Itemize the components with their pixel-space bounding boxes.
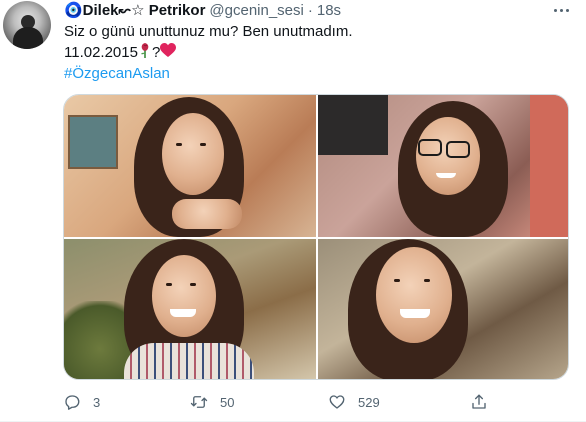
photo-2[interactable]: [318, 95, 568, 237]
hashtag-link[interactable]: #ÖzgecanAslan: [64, 64, 353, 84]
photo-grid: [63, 94, 569, 380]
glasses-left-shape: [418, 139, 442, 156]
smile-shape: [400, 309, 430, 318]
tweet-card[interactable]: 🧿Dilek↜☆ Petrikor @gcenin_sesi · 18s Siz…: [0, 0, 586, 422]
eye-shape: [190, 283, 196, 286]
more-icon[interactable]: [549, 0, 573, 20]
hands-shape: [172, 199, 242, 229]
avatar-silhouette-shape: [13, 27, 43, 49]
tweet-text-line-1: Siz o günü unuttunuz mu? Ben unutmadım.: [64, 23, 353, 40]
tweet-timestamp[interactable]: 18s: [317, 2, 341, 19]
photo-1[interactable]: [64, 95, 316, 237]
share-icon: [472, 394, 486, 409]
tweet-header: 🧿Dilek↜☆ Petrikor @gcenin_sesi · 18s: [64, 0, 341, 20]
rose-emoji-icon: [138, 42, 152, 64]
eye-shape: [166, 283, 172, 286]
photo-3[interactable]: [64, 239, 316, 379]
smile-shape: [436, 173, 456, 178]
tweet-text: Siz o günü unuttunuz mu? Ben unutmadım. …: [64, 22, 353, 84]
sweater-shape: [124, 343, 254, 379]
reply-button[interactable]: 3: [63, 390, 100, 414]
photo-4[interactable]: [318, 239, 568, 379]
user-handle[interactable]: @gcenin_sesi: [209, 2, 303, 19]
reply-count: 3: [93, 394, 101, 410]
face-shape: [162, 113, 224, 195]
glasses-right-shape: [446, 141, 470, 158]
eye-shape: [394, 279, 400, 282]
avatar[interactable]: [3, 1, 51, 49]
tweet-text-line-2: 11.02.2015?: [64, 42, 353, 64]
chalkboard-shape: [68, 115, 118, 169]
heart-icon: [329, 395, 345, 409]
smile-shape: [170, 309, 196, 317]
share-button[interactable]: [470, 390, 488, 414]
eye-shape: [424, 279, 430, 282]
window-shape: [318, 95, 388, 155]
like-count: 529: [358, 394, 380, 410]
tweet-question-mark: ?: [151, 43, 161, 61]
action-bar: 3 50 529: [63, 390, 523, 414]
face-shape: [376, 247, 452, 343]
separator-dot: ·: [307, 1, 313, 19]
eye-shape: [176, 143, 182, 146]
reply-icon: [65, 395, 80, 410]
eye-shape: [200, 143, 206, 146]
display-name[interactable]: 🧿Dilek↜☆ Petrikor: [64, 1, 205, 19]
wall-shape: [530, 95, 568, 237]
red-heart-emoji-icon: [160, 42, 177, 64]
tweet-date-text: 11.02.2015: [64, 43, 138, 61]
like-button[interactable]: 529: [328, 390, 380, 414]
face-shape: [152, 255, 216, 337]
retweet-icon: [190, 396, 208, 408]
retweet-count: 50: [220, 394, 235, 410]
retweet-button[interactable]: 50: [190, 390, 234, 414]
